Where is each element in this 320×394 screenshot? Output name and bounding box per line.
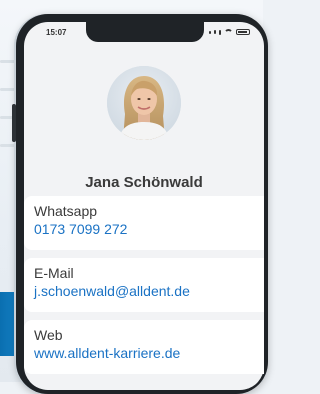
status-time: 15:07 [46,28,67,37]
signal-icon [219,29,221,35]
email-label: E-Mail [34,265,74,281]
whatsapp-number-link[interactable]: 0173 7099 272 [34,220,264,238]
web-label: Web [34,327,63,343]
email-link[interactable]: j.schoenwald@alldent.de [34,282,264,300]
signal-icon [214,30,216,34]
battery-icon [236,29,250,35]
website-link[interactable]: www.alldent-karriere.de [34,344,264,362]
phone-notch [86,22,204,42]
status-icons [209,29,250,35]
web-card[interactable]: Web www.alldent-karriere.de [24,320,264,374]
whatsapp-card[interactable]: Whatsapp 0173 7099 272 [24,196,264,250]
wifi-icon [224,29,233,35]
avatar [107,66,181,140]
contact-name: Jana Schönwald [85,174,203,191]
person-photo-icon [107,66,181,140]
email-card[interactable]: E-Mail j.schoenwald@alldent.de [24,258,264,312]
phone-frame: 15:07 Jana Schönwald Whatsapp 0173 7099 … [12,14,268,394]
signal-icon [209,30,211,34]
whatsapp-label: Whatsapp [34,203,98,219]
